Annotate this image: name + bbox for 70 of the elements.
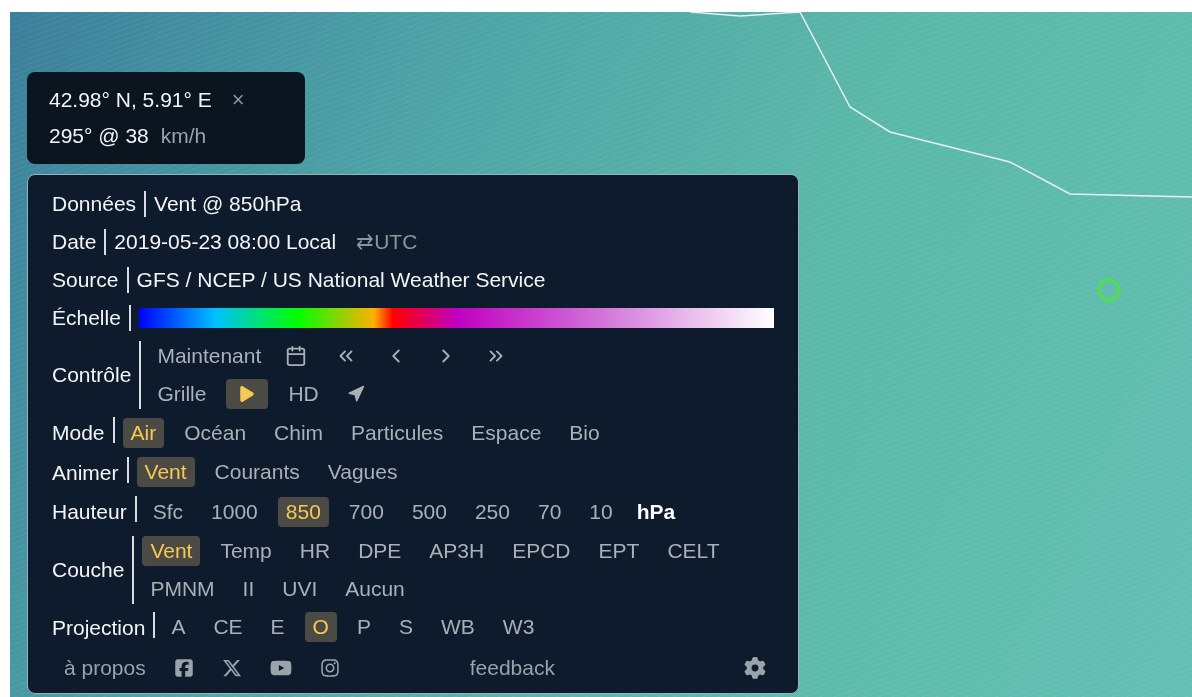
option-button[interactable]: E <box>262 612 293 643</box>
option-button[interactable]: HR <box>291 535 339 566</box>
option-button[interactable]: EPT <box>590 535 648 566</box>
row-label: Projection <box>52 614 146 641</box>
feedback-link[interactable]: feedback <box>469 652 555 684</box>
location-marker-icon <box>1097 278 1121 302</box>
row-label: Échelle <box>52 305 121 332</box>
option-button[interactable]: Aucun <box>337 573 413 604</box>
row-label: Date <box>52 229 97 256</box>
option-button[interactable]: 850 <box>277 496 329 527</box>
option-button[interactable]: AP3H <box>421 535 493 566</box>
option-button[interactable]: Vagues <box>319 457 406 488</box>
option-button[interactable]: 500 <box>403 496 455 527</box>
row-label: Animer <box>52 459 119 486</box>
option-button[interactable]: P <box>348 612 379 643</box>
option-button[interactable]: Sfc <box>144 496 192 527</box>
play-icon <box>238 385 257 403</box>
option-button[interactable]: UVI <box>274 573 326 604</box>
row-label: Source <box>52 267 119 294</box>
info-value: Vent @ 850hPa <box>154 191 302 218</box>
option-button[interactable]: Vent <box>142 535 201 566</box>
option-button[interactable]: DPE <box>350 535 410 566</box>
row-label: Données <box>52 191 137 218</box>
option-button[interactable]: 700 <box>340 496 392 527</box>
option-button[interactable]: WB <box>433 612 483 643</box>
row-label: Hauteur <box>52 499 127 525</box>
option-button[interactable]: Particules <box>343 417 452 448</box>
option-button[interactable]: Bio <box>561 417 608 448</box>
play-button[interactable] <box>226 379 269 409</box>
row-label: Couche <box>52 556 125 583</box>
option-button[interactable]: EPCD <box>504 535 579 566</box>
option-button[interactable]: Chim <box>266 417 332 448</box>
option-button[interactable]: S <box>390 612 421 643</box>
option-button[interactable]: CE <box>205 612 251 643</box>
option-button[interactable]: Océan <box>176 417 255 448</box>
x-icon[interactable] <box>221 658 242 678</box>
instagram-icon[interactable] <box>319 658 340 678</box>
about-link[interactable]: à propos <box>64 652 146 684</box>
option-button[interactable]: Espace <box>463 417 550 448</box>
option-button[interactable]: 250 <box>466 496 518 527</box>
option-button[interactable]: Temp <box>212 535 280 566</box>
calendar-icon[interactable] <box>285 345 308 367</box>
option-button[interactable]: 1000 <box>203 496 266 527</box>
navigation-arrow-icon <box>346 385 365 403</box>
grid-toggle[interactable]: Grille <box>149 379 215 409</box>
option-button[interactable]: 10 <box>581 496 621 527</box>
info-value: GFS / NCEP / US National Weather Service <box>136 267 546 294</box>
hd-toggle[interactable]: HD <box>280 379 327 409</box>
utc-toggle[interactable]: ⇄UTC <box>356 226 418 258</box>
option-button[interactable]: PMNM <box>142 573 223 604</box>
option-button[interactable]: Air <box>122 417 165 448</box>
option-button[interactable]: O <box>304 612 337 643</box>
option-button[interactable]: A <box>163 612 194 643</box>
settings-icon[interactable] <box>744 657 766 679</box>
option-button[interactable]: CELT <box>659 535 728 566</box>
now-button[interactable]: Maintenant <box>149 340 270 372</box>
close-button[interactable]: × <box>231 82 245 118</box>
info-value: 2019-05-23 08:00 Local <box>114 229 337 256</box>
facebook-icon[interactable] <box>173 658 194 678</box>
option-button[interactable]: Vent <box>136 457 195 488</box>
option-button[interactable]: W3 <box>494 612 543 643</box>
unit-toggle[interactable]: km/h <box>160 118 207 154</box>
wind-reading: 295° @ 38 <box>49 123 149 149</box>
option-button[interactable]: II <box>234 573 263 604</box>
row-label: Mode <box>52 420 105 446</box>
option-button[interactable]: Courants <box>206 457 308 488</box>
unit-label: hPa <box>636 499 676 525</box>
coordinates: 42.98° N, 5.91° E <box>49 87 212 113</box>
row-label: Contrôle <box>52 362 132 389</box>
option-button[interactable]: 70 <box>529 496 570 527</box>
